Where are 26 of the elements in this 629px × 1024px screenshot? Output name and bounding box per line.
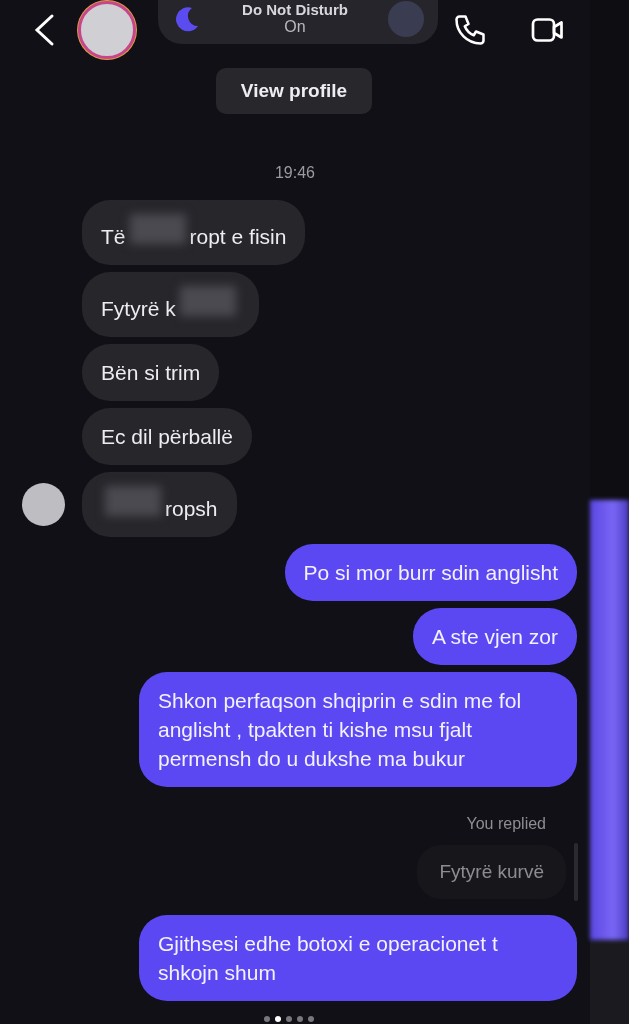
message-bubble: Po si mor burr sdin anglisht (284, 544, 577, 601)
view-profile-button[interactable]: View profile (215, 68, 373, 114)
replied-label: You replied (466, 815, 546, 833)
phone-icon[interactable] (452, 12, 488, 48)
banner-title: Do Not Disturb (242, 2, 348, 18)
banner-status: On (284, 18, 306, 36)
quoted-message: Fytyrë kurvë (417, 845, 566, 899)
message-bubble: A ste vjen zor (412, 608, 577, 665)
message-bubble: Të ropt e fisin (82, 200, 306, 265)
back-icon[interactable] (32, 13, 56, 47)
message-bubble: ropsh (82, 472, 237, 537)
blur-patch (129, 214, 186, 244)
avatar[interactable] (78, 1, 136, 59)
page-dot[interactable] (286, 1016, 292, 1022)
page-dot[interactable] (297, 1016, 303, 1022)
message-bubble: Fytyrë k (82, 272, 259, 337)
page-dot[interactable] (275, 1016, 281, 1022)
message-bubble: Ec dil përballë (82, 408, 252, 465)
page-dot[interactable] (308, 1016, 314, 1022)
blur-patch (105, 486, 161, 516)
message-bubble: Bën si trim (82, 344, 220, 401)
message-bubble: Gjithsesi edhe botoxi e operacionet t shkojn shum (139, 915, 577, 1001)
blur-patch (179, 286, 236, 316)
message-bubble: Shkon perfaqson shqiprin e sdin me fol anglisht , tpakten ti kishe msu fjalt permensh do u dukshe ma bukur (139, 672, 577, 787)
page-dot[interactable] (264, 1016, 270, 1022)
timestamp: 19:46 (274, 164, 315, 182)
